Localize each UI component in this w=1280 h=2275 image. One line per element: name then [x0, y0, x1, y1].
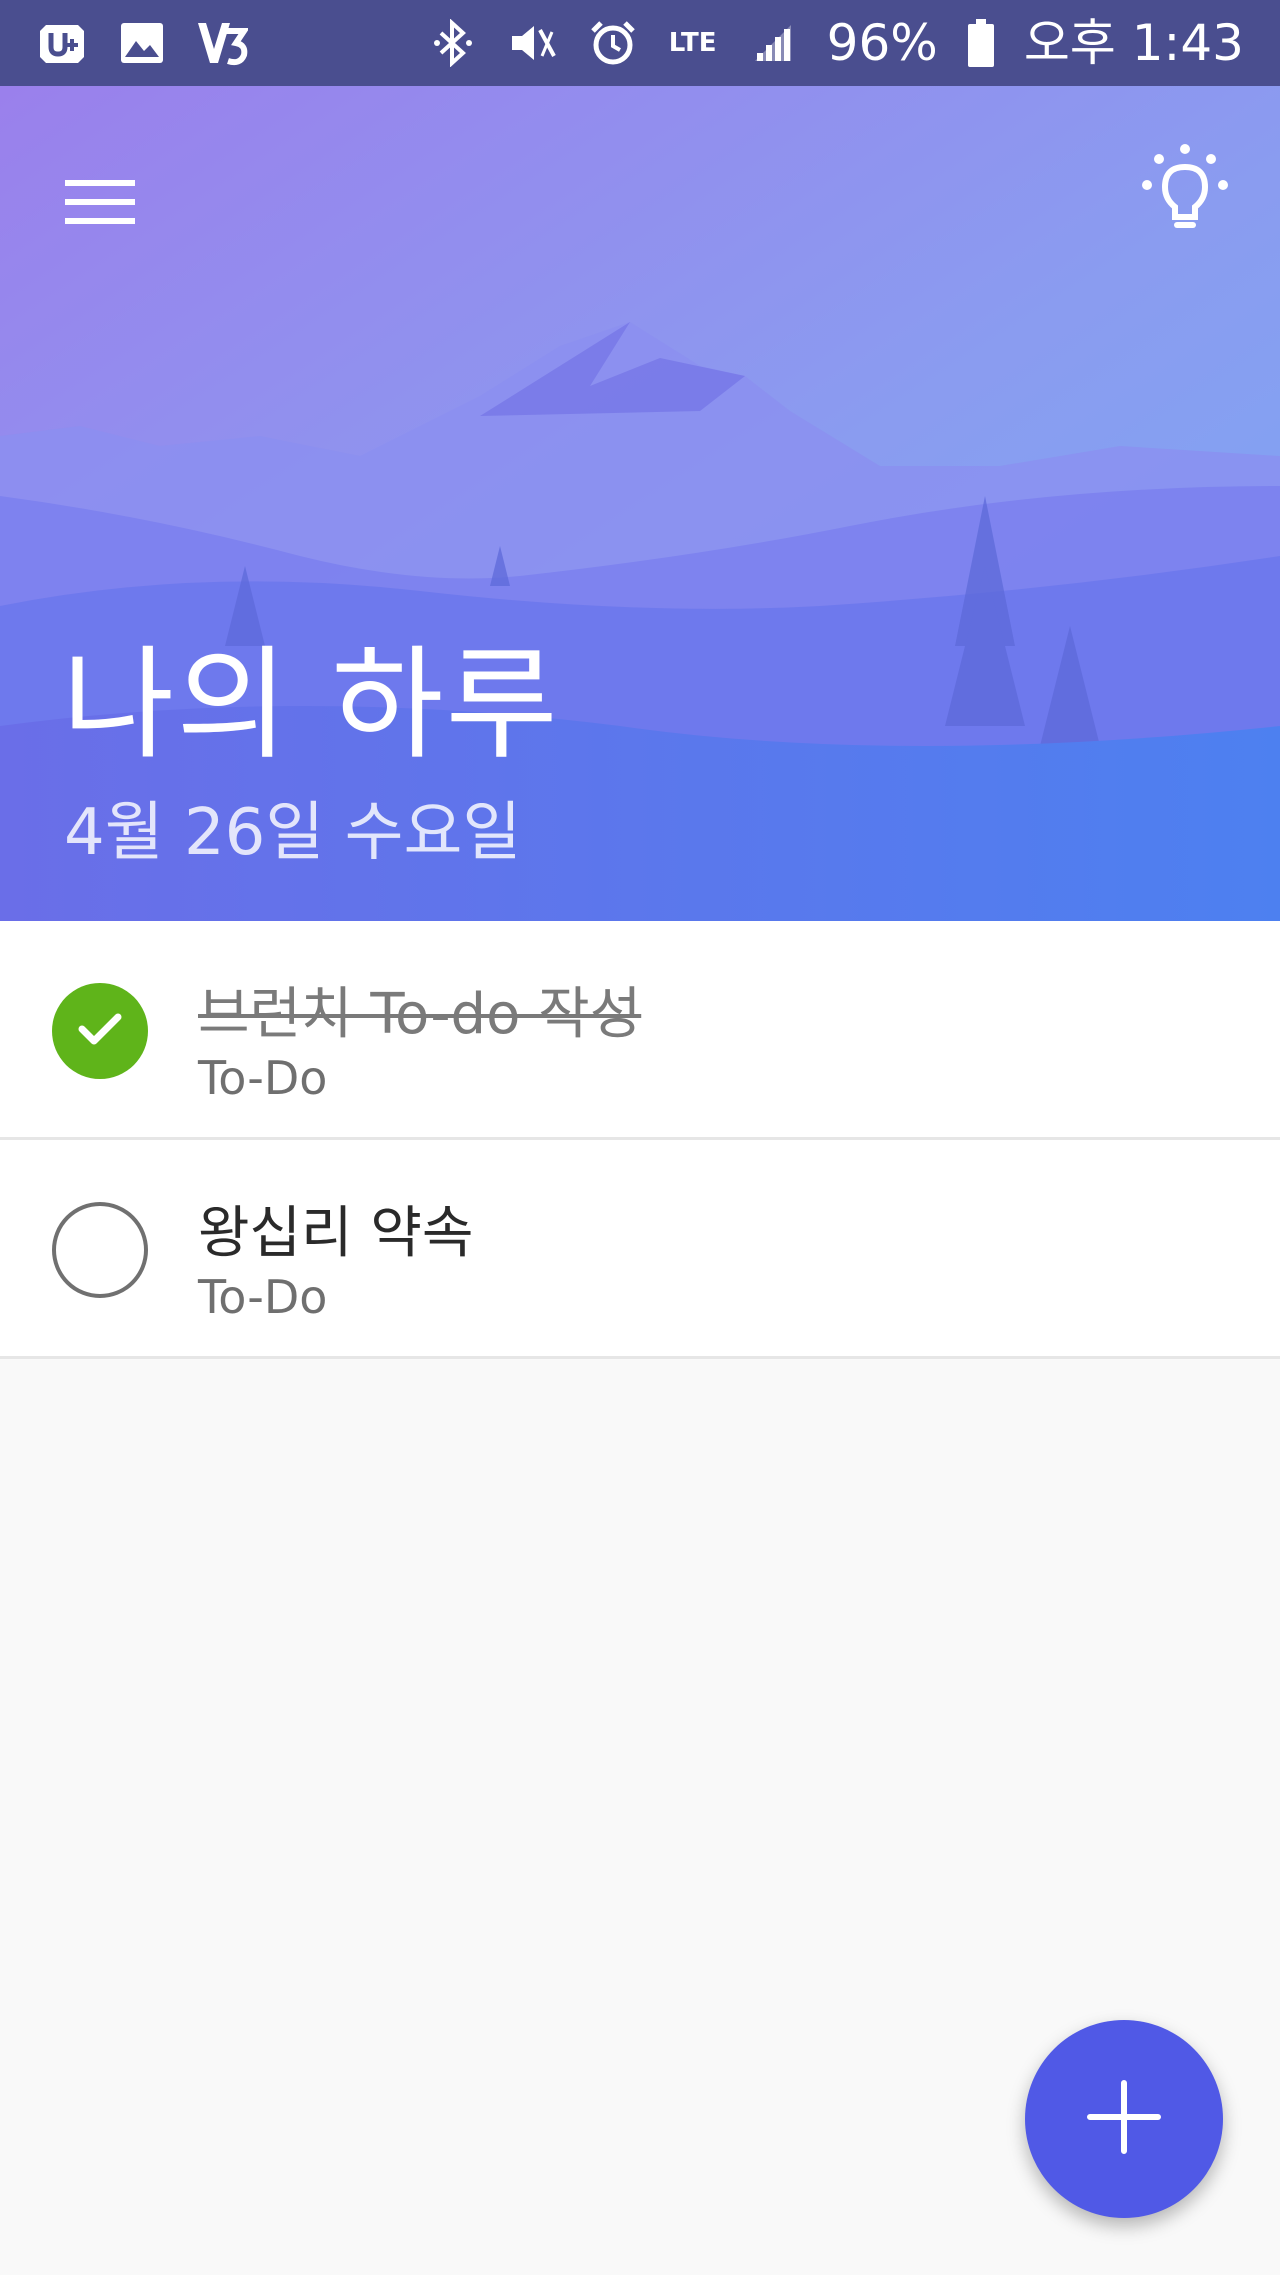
mute-icon — [507, 17, 559, 69]
add-task-button[interactable] — [1025, 2020, 1223, 2218]
task-title: 왕십리 약속 — [198, 1201, 474, 1266]
task-complete-toggle[interactable] — [52, 983, 148, 1079]
task-list: 브런치 To-do 작성 To-Do 왕십리 약속 To-Do — [0, 921, 1280, 1359]
u-plus-icon — [36, 17, 88, 69]
hamburger-menu-icon — [65, 177, 135, 231]
task-item[interactable]: 왕십리 약속 To-Do — [0, 1140, 1280, 1359]
v3-icon — [196, 17, 248, 69]
task-list-name: To-Do — [198, 1270, 328, 1324]
check-icon — [76, 1009, 124, 1053]
status-bar: LTE 96% 오후 1:43 — [0, 0, 1280, 86]
battery-icon — [966, 17, 996, 69]
page-date: 4월 26일 수요일 — [64, 796, 522, 870]
signal-icon — [747, 17, 799, 69]
task-title: 브런치 To-do 작성 — [198, 982, 642, 1047]
suggestions-button[interactable] — [1130, 136, 1240, 246]
task-item[interactable]: 브런치 To-do 작성 To-Do — [0, 921, 1280, 1140]
menu-button[interactable] — [52, 156, 148, 252]
page-title: 나의 하루 — [62, 634, 560, 776]
lte-icon: LTE — [667, 17, 719, 69]
lte-label: LTE — [668, 28, 717, 58]
alarm-icon — [587, 17, 639, 69]
lightbulb-icon — [1135, 139, 1235, 243]
battery-percent: 96% — [826, 14, 938, 72]
clock: 오후 1:43 — [1023, 14, 1244, 72]
bluetooth-icon — [427, 17, 479, 69]
task-complete-toggle[interactable] — [52, 1202, 148, 1298]
task-list-name: To-Do — [198, 1051, 328, 1105]
my-day-screen: LTE 96% 오후 1:43 나의 하루 4월 26일 수요일 브런치 To-… — [0, 0, 1280, 2275]
status-right: LTE 96% 오후 1:43 — [427, 17, 1244, 69]
gallery-icon — [116, 17, 168, 69]
plus-icon — [1084, 2077, 1164, 2161]
status-left — [36, 17, 248, 69]
my-day-header: 나의 하루 4월 26일 수요일 — [0, 86, 1280, 921]
